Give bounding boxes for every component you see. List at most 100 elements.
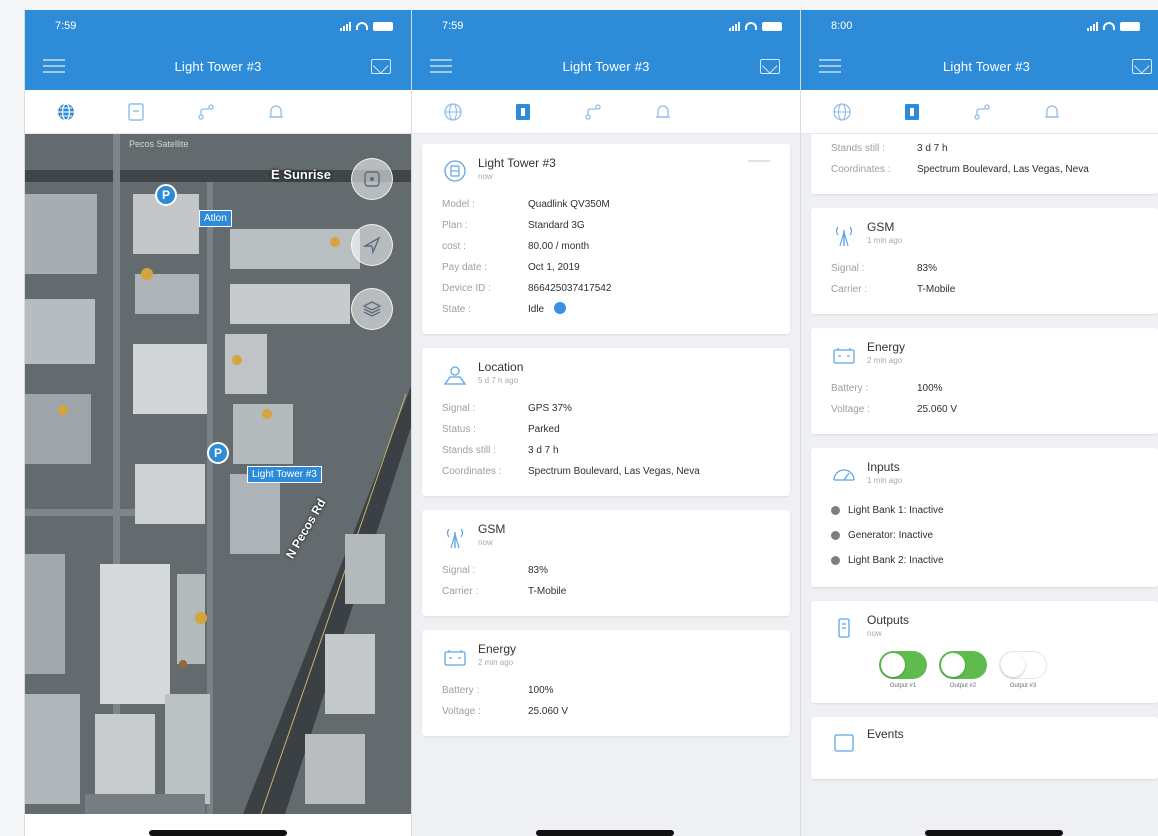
tab-alerts[interactable] <box>652 101 674 123</box>
map-pin-light-tower[interactable]: P <box>207 442 229 464</box>
bell-icon <box>1045 104 1059 118</box>
wifi-icon <box>745 22 757 30</box>
tab-route[interactable] <box>971 101 993 123</box>
satellite-map[interactable]: Pecos Satellite E Sunrise N Pecos Rd P A… <box>25 134 411 814</box>
home-indicator <box>149 830 287 836</box>
map-attribution: Pecos Satellite <box>129 139 189 149</box>
inactive-status-dot <box>831 506 840 515</box>
mail-icon[interactable] <box>760 58 780 74</box>
details-list[interactable]: Stands still :3 d 7 h Coordinates : Spect… <box>801 134 1158 836</box>
status-icons <box>729 21 782 31</box>
inputs-card-title: Inputs <box>867 460 900 474</box>
info-icon <box>128 102 144 121</box>
output-2-label: Output #2 <box>949 683 977 689</box>
output-3-toggle[interactable] <box>999 651 1047 679</box>
tab-bar <box>412 90 800 134</box>
inactive-status-dot <box>831 531 840 540</box>
location-row-stands-still: Stands still :3 d 7 h <box>831 143 948 154</box>
energy-row-voltage: Voltage :25.060 V <box>442 706 569 717</box>
device-card: Light Tower #3 now Model : Quadlink QV350… <box>422 144 790 334</box>
device-row-paydate: Pay date : Oct 1, 2019 <box>442 262 580 273</box>
location-row-coordinates[interactable]: Coordinates : Spectrum Boulevard, Las Veg… <box>831 159 1140 180</box>
tab-info[interactable] <box>512 101 534 123</box>
app-bar: Light Tower #3 <box>25 42 411 90</box>
tower-icon <box>442 158 468 184</box>
gsm-card: GSM 1 min ago Signal :83% Carrier : T-Mob… <box>811 208 1158 314</box>
gsm-card-title: GSM <box>478 522 506 536</box>
mail-icon[interactable] <box>371 58 391 74</box>
info-icon <box>905 103 919 120</box>
map-layers-button[interactable] <box>351 288 393 330</box>
tab-bar <box>801 90 1158 134</box>
tab-map[interactable] <box>55 101 77 123</box>
input-light-bank-2: Light Bank 2: Inactive <box>831 548 1140 573</box>
status-icons <box>1087 21 1140 31</box>
gsm-row-carrier: Carrier : T-Mobile <box>442 586 567 597</box>
location-row-coordinates[interactable]: Coordinates : Spectrum Boulevard, Las Veg… <box>442 461 772 482</box>
page-title: Light Tower #3 <box>174 58 262 74</box>
energy-card-title: Energy <box>478 642 517 656</box>
wifi-icon <box>1103 22 1115 30</box>
app-bar: Light Tower #3 <box>412 42 800 90</box>
energy-card-updated: 2 min ago <box>867 356 903 365</box>
status-time: 8:00 <box>831 20 853 32</box>
tab-route[interactable] <box>195 101 217 123</box>
status-time: 7:59 <box>442 20 464 32</box>
state-indicator-dot <box>554 302 567 314</box>
energy-row-battery: Battery :100% <box>831 383 943 394</box>
map-pin-atlon[interactable]: P <box>155 184 177 206</box>
tab-info[interactable] <box>901 101 923 123</box>
mail-icon[interactable] <box>1132 58 1152 74</box>
phone-screen-map: 7:59 Light Tower #3 Pecos Satellite E Su… <box>24 10 411 836</box>
outputs-card-updated: now <box>867 629 882 638</box>
tab-bar <box>25 90 411 134</box>
battery-status-icon <box>1120 21 1140 31</box>
layers-icon <box>362 301 382 317</box>
map-pin-label-atlon[interactable]: Atlon <box>199 210 232 227</box>
tab-alerts[interactable] <box>1041 101 1063 123</box>
events-card-title: Events <box>867 727 904 741</box>
device-card-title: Light Tower #3 <box>478 156 556 170</box>
battery-status-icon <box>373 21 393 31</box>
battery-icon <box>831 342 857 368</box>
details-list[interactable]: Light Tower #3 now Model : Quadlink QV350… <box>412 134 800 836</box>
location-row-status: Status : Parked <box>442 424 560 435</box>
energy-card: Energy 2 min ago Battery :100% Voltage :… <box>422 630 790 736</box>
device-row-model: Model : Quadlink QV350M <box>442 199 610 210</box>
output-1-label: Output #1 <box>889 683 917 689</box>
center-map-button[interactable] <box>351 158 393 200</box>
menu-icon[interactable] <box>819 59 841 73</box>
crosshair-icon <box>364 171 380 187</box>
tab-map[interactable] <box>831 101 853 123</box>
energy-card-title: Energy <box>867 340 906 354</box>
phone-screen-details: 7:59 Light Tower #3 Light Tower #3 now M… <box>411 10 800 836</box>
location-icon <box>442 362 468 388</box>
tab-map[interactable] <box>442 101 464 123</box>
input-generator: Generator: Inactive <box>831 523 1140 548</box>
route-icon <box>974 103 990 120</box>
menu-icon[interactable] <box>43 59 65 73</box>
tab-info[interactable] <box>125 101 147 123</box>
info-icon <box>516 103 530 120</box>
events-card: Events <box>811 717 1158 779</box>
tab-alerts[interactable] <box>265 101 287 123</box>
tab-route[interactable] <box>582 101 604 123</box>
device-card-updated: now <box>478 172 493 181</box>
inputs-card: Inputs 1 min ago Light Bank 1: Inactive … <box>811 448 1158 587</box>
status-time: 7:59 <box>55 20 77 32</box>
phone-screen-details-scrolled: 8:00 Light Tower #3 Stands still: 3 d 7… <box>800 10 1158 836</box>
signal-icon <box>1087 21 1098 31</box>
device-row-cost: cost :80.00 / month <box>442 241 590 252</box>
more-options-icon[interactable] <box>748 160 770 162</box>
output-icon <box>831 615 857 641</box>
output-3-label: Output #3 <box>1009 683 1037 689</box>
bell-icon <box>269 104 283 118</box>
map-pin-label-light-tower[interactable]: Light Tower #3 <box>247 466 322 483</box>
menu-icon[interactable] <box>430 59 452 73</box>
navigate-button[interactable] <box>351 224 393 266</box>
app-screens: 7:59 Light Tower #3 Pecos Satellite E Su… <box>0 0 1158 836</box>
output-2-toggle[interactable] <box>939 651 987 679</box>
navigation-icon <box>362 236 381 255</box>
output-1-toggle[interactable] <box>879 651 927 679</box>
location-row-signal: Signal : GPS 37% <box>442 403 572 414</box>
